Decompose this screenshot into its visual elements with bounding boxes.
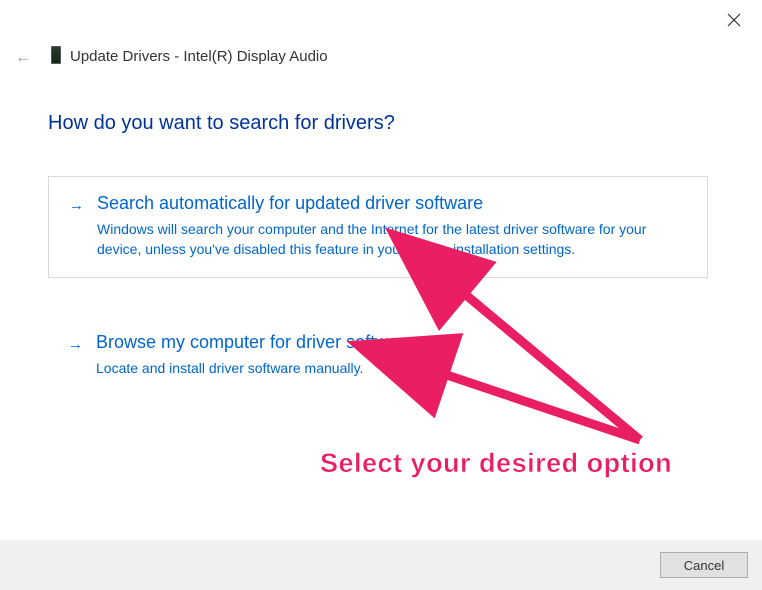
cancel-button[interactable]: Cancel xyxy=(660,552,748,578)
option-search-automatically[interactable]: → Search automatically for updated drive… xyxy=(48,176,708,278)
close-button[interactable] xyxy=(724,10,744,30)
option-description: Windows will search your computer and th… xyxy=(97,220,687,259)
window-title: Update Drivers - Intel(R) Display Audio xyxy=(70,48,328,65)
option-description: Locate and install driver software manua… xyxy=(96,359,688,379)
arrow-right-icon: → xyxy=(68,336,83,353)
page-heading: How do you want to search for drivers? xyxy=(48,112,395,135)
option-title: Search automatically for updated driver … xyxy=(97,193,687,214)
option-browse-computer[interactable]: → Browse my computer for driver software… xyxy=(48,316,708,397)
arrow-right-icon: → xyxy=(69,197,84,214)
button-bar: Cancel xyxy=(0,540,762,590)
annotation-arrows xyxy=(0,0,762,590)
annotation-label: Select your desired option xyxy=(320,448,672,479)
device-icon xyxy=(51,46,61,64)
option-title: Browse my computer for driver software xyxy=(96,332,688,353)
back-arrow-icon[interactable]: ← xyxy=(15,49,31,67)
close-icon xyxy=(727,13,741,27)
